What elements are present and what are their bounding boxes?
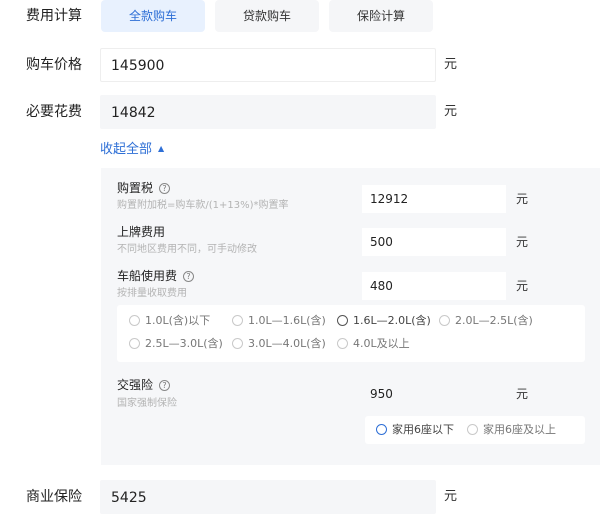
displacement-option[interactable]: 3.0L—4.0L(含) <box>232 337 326 351</box>
displacement-option[interactable]: 2.5L—3.0L(含) <box>129 337 223 351</box>
compulsory-title-text: 交强险 <box>117 378 154 392</box>
tab-loan[interactable]: 贷款购车 <box>215 0 319 32</box>
compulsory-desc: 国家强制保险 <box>117 398 177 409</box>
purchase-tax-desc: 购置附加税=购车款/(1+13%)*购置率 <box>117 200 289 211</box>
collapse-all-label: 收起全部 <box>100 142 153 157</box>
help-icon[interactable]: ? <box>159 183 171 194</box>
displacement-option-selected[interactable]: 1.6L—2.0L(含) <box>337 314 431 328</box>
option-label: 4.0L及以上 <box>353 337 410 350</box>
price-unit: 元 <box>444 57 458 72</box>
purchase-tax-title-text: 购置税 <box>117 181 154 195</box>
purchase-tax-title: 购置税? <box>117 180 171 196</box>
commercial-label: 商业保险 <box>26 489 82 505</box>
compulsory-unit: 元 <box>516 387 529 401</box>
vehicle-tax-desc: 按排量收取费用 <box>117 288 187 299</box>
radio-icon <box>232 338 243 349</box>
purchase-tax-unit: 元 <box>516 192 529 206</box>
registration-desc: 不同地区费用不同，可手动修改 <box>117 244 257 255</box>
triangle-up-icon: ▲ <box>158 144 165 153</box>
displacement-option[interactable]: 1.0L—1.6L(含) <box>232 314 326 328</box>
displacement-option[interactable]: 4.0L及以上 <box>337 337 410 351</box>
commercial-value: 5425 <box>100 480 436 514</box>
radio-icon <box>439 315 450 326</box>
option-label: 3.0L—4.0L(含) <box>248 337 326 350</box>
seat-option[interactable]: 家用6座及以上 <box>467 423 556 437</box>
price-label: 购车价格 <box>26 57 82 73</box>
help-icon[interactable]: ? <box>159 380 171 391</box>
commercial-unit: 元 <box>444 489 458 504</box>
option-label: 2.5L—3.0L(含) <box>145 337 223 350</box>
option-label: 1.0L(含)以下 <box>145 314 211 327</box>
radio-icon <box>467 424 478 435</box>
option-label: 家用6座及以上 <box>483 423 556 436</box>
option-label: 2.0L—2.5L(含) <box>455 314 533 327</box>
radio-icon <box>129 338 140 349</box>
compulsory-title: 交强险? <box>117 377 171 393</box>
purchase-tax-input[interactable]: 12912 <box>362 185 506 213</box>
tab-full-payment[interactable]: 全款购车 <box>101 0 205 32</box>
option-label: 家用6座以下 <box>392 423 454 436</box>
displacement-option[interactable]: 2.0L—2.5L(含) <box>439 314 533 328</box>
vehicle-tax-title-text: 车船使用费 <box>117 269 178 283</box>
vehicle-tax-unit: 元 <box>516 279 529 293</box>
radio-icon <box>337 315 348 326</box>
vehicle-tax-input[interactable]: 480 <box>362 272 506 300</box>
registration-input[interactable]: 500 <box>362 228 506 256</box>
radio-icon <box>337 338 348 349</box>
registration-unit: 元 <box>516 235 529 249</box>
radio-icon <box>129 315 140 326</box>
compulsory-value: 950 <box>362 380 506 408</box>
tab-insurance[interactable]: 保险计算 <box>329 0 433 32</box>
registration-title: 上牌费用 <box>117 225 166 239</box>
radio-icon <box>376 424 387 435</box>
collapse-all-button[interactable]: 收起全部 ▲ <box>100 141 164 160</box>
price-input[interactable]: 145900 <box>100 48 436 82</box>
option-label: 1.0L—1.6L(含) <box>248 314 326 327</box>
displacement-option[interactable]: 1.0L(含)以下 <box>129 314 210 328</box>
vehicle-tax-title: 车船使用费? <box>117 268 195 284</box>
option-label: 1.6L—2.0L(含) <box>353 314 431 327</box>
radio-icon <box>232 315 243 326</box>
calc-label: 费用计算 <box>26 8 82 24</box>
help-icon[interactable]: ? <box>183 271 195 282</box>
required-unit: 元 <box>444 104 458 119</box>
seat-option-selected[interactable]: 家用6座以下 <box>376 423 454 437</box>
required-label: 必要花费 <box>26 104 82 120</box>
required-value: 14842 <box>100 95 436 129</box>
